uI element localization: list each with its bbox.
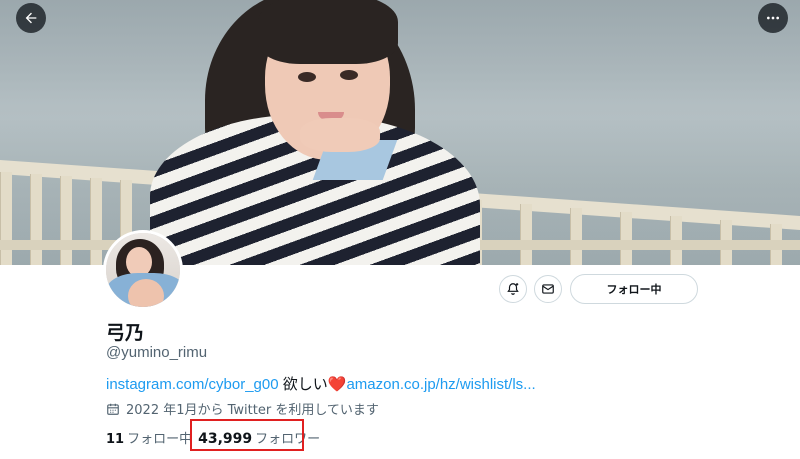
person-hands xyxy=(300,118,380,152)
user-handle: @yumino_rimu xyxy=(106,344,208,361)
join-date: 2022 年1月から Twitter を利用しています xyxy=(106,399,379,418)
more-horizontal-icon xyxy=(767,16,779,20)
railing-post xyxy=(30,174,42,265)
bio-instagram-link[interactable]: instagram.com/cybor_g00 xyxy=(106,376,279,393)
calendar-icon xyxy=(107,403,119,415)
railing-post xyxy=(620,212,632,265)
person-eye xyxy=(298,72,316,82)
followers-highlight-box xyxy=(190,419,304,451)
bio-amazon-link[interactable]: amazon.co.jp/hz/wishlist/ls... xyxy=(346,376,535,393)
person-fringe xyxy=(258,0,398,64)
more-button[interactable] xyxy=(758,3,788,33)
profile-banner[interactable] xyxy=(0,0,800,265)
avatar-skin xyxy=(128,279,164,307)
following-label: フォロー中 xyxy=(127,432,193,447)
avatar[interactable] xyxy=(103,230,183,310)
notifications-button[interactable] xyxy=(499,275,527,303)
railing-post xyxy=(570,208,582,265)
person-eye xyxy=(340,70,358,80)
message-button[interactable] xyxy=(534,275,562,303)
railing-post xyxy=(520,204,532,265)
bio-text: 欲しい xyxy=(278,376,328,393)
railing-post xyxy=(60,176,72,265)
following-button[interactable]: フォロー中 xyxy=(570,274,698,304)
bell-plus-icon xyxy=(507,283,519,295)
railing-post xyxy=(90,178,102,265)
profile-bio: instagram.com/cybor_g00 欲しい❤️amazon.co.j… xyxy=(106,373,536,394)
display-name: 弓乃 xyxy=(106,322,145,344)
back-button[interactable] xyxy=(16,3,46,33)
join-date-text: 2022 年1月から Twitter を利用しています xyxy=(126,403,379,418)
mail-icon xyxy=(542,284,554,294)
following-stat[interactable]: 11 フォロー中 xyxy=(106,428,192,447)
arrow-left-icon xyxy=(25,12,37,24)
railing-post xyxy=(0,172,12,265)
heart-emoji: ❤️ xyxy=(327,376,347,393)
following-count: 11 xyxy=(106,432,125,447)
